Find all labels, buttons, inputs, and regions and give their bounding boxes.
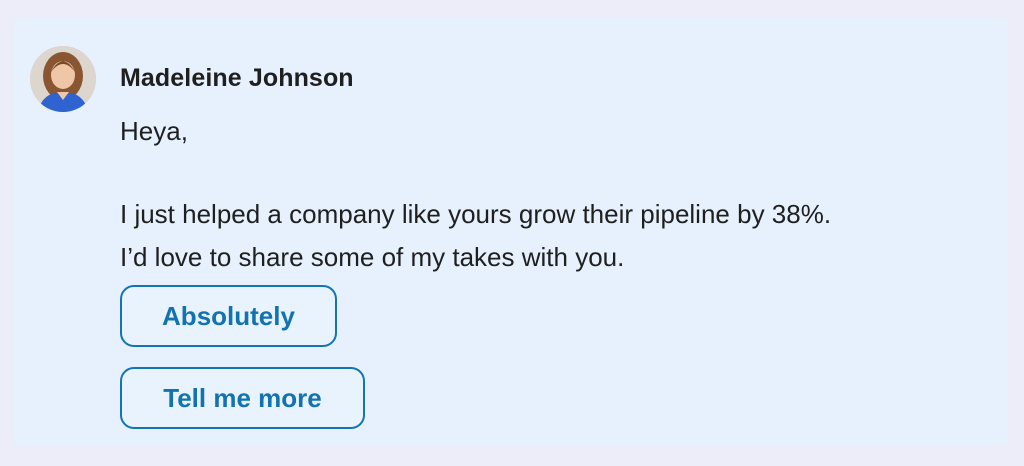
message-line-2: I’d love to share some of my takes with … [120,242,625,272]
message-body: Heya, I just helped a company like yours… [120,110,1000,279]
message-line-1: I just helped a company like yours grow … [120,199,832,229]
sender-name[interactable]: Madeleine Johnson [120,64,354,93]
avatar[interactable] [30,46,96,112]
tell-me-more-button[interactable]: Tell me more [120,367,365,429]
profile-photo-icon [30,46,96,112]
absolutely-button[interactable]: Absolutely [120,285,337,347]
message-greeting: Heya, [120,116,188,146]
